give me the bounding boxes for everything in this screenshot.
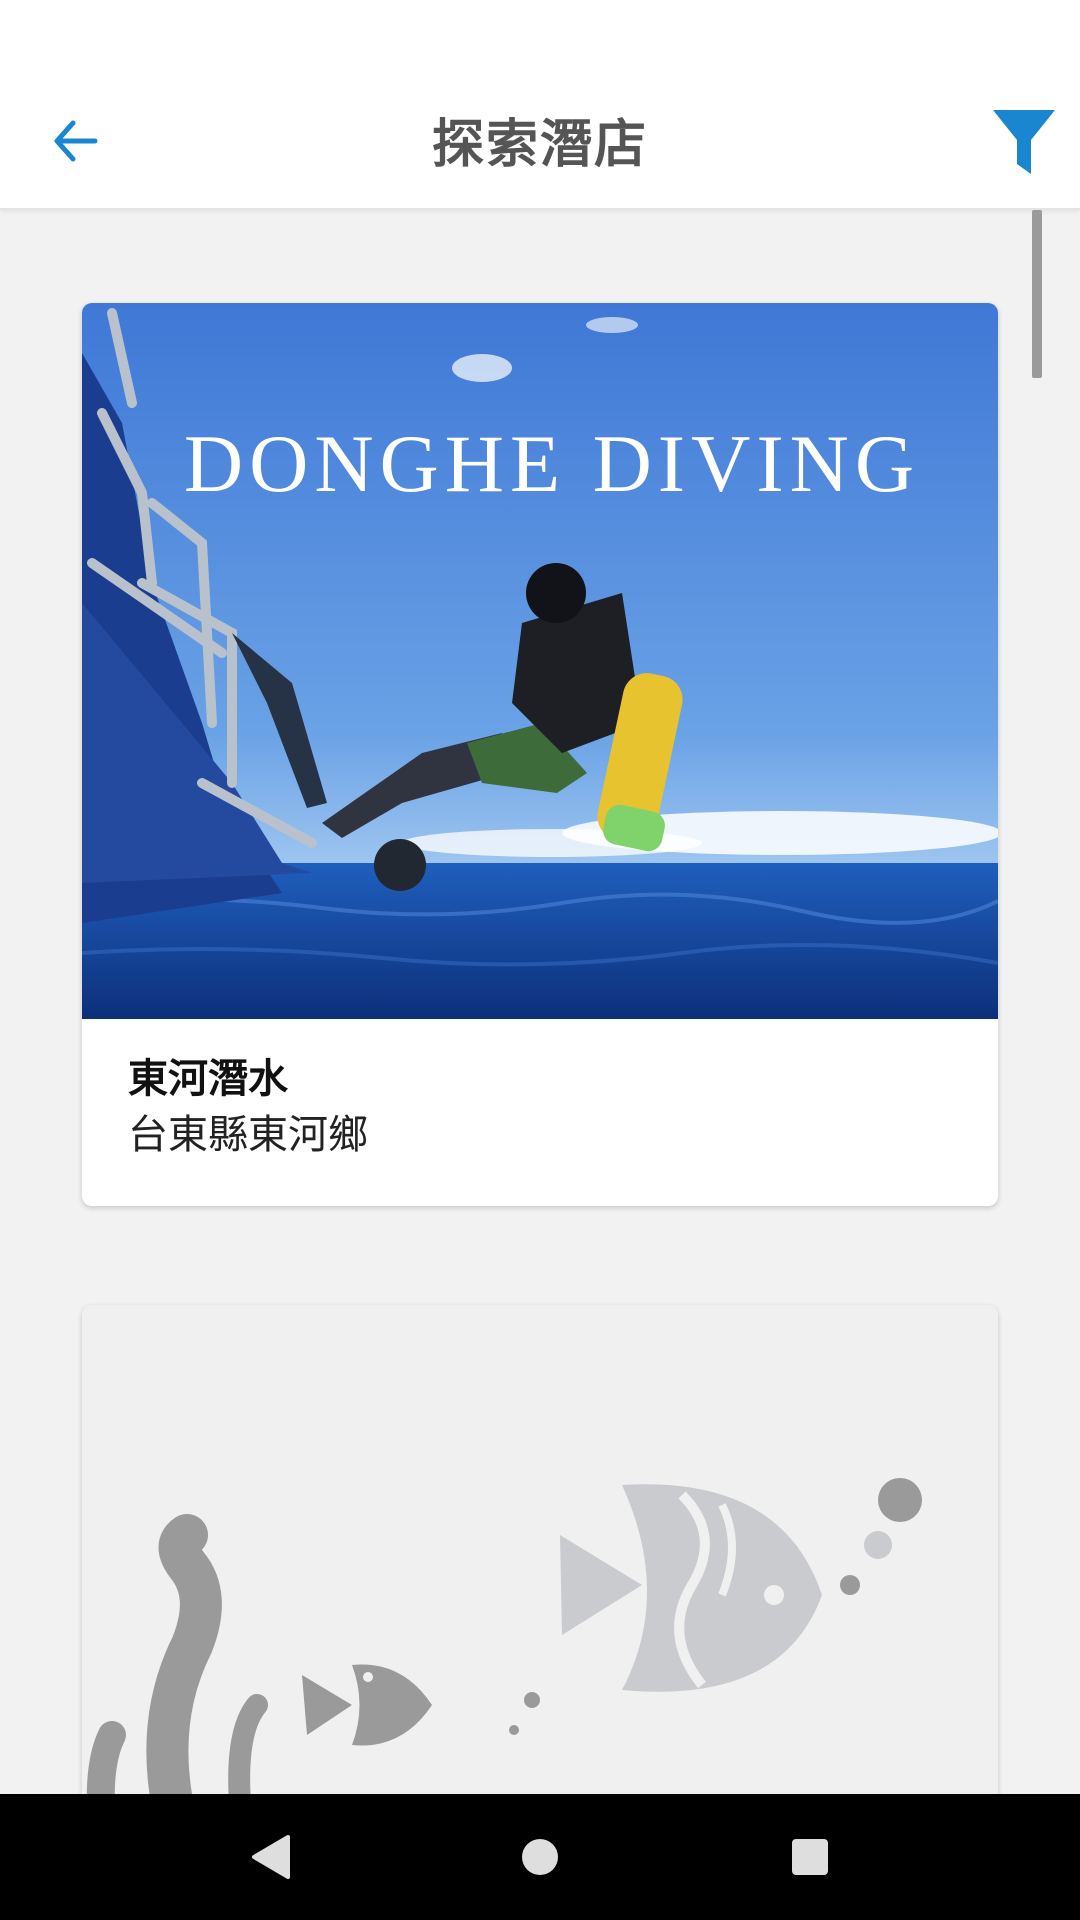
app-bar: 探索潛店 — [0, 66, 1080, 210]
photo-caption: DONGHE DIVING — [184, 418, 920, 509]
nav-recents-button[interactable] — [770, 1817, 850, 1897]
page-title: 探索潛店 — [431, 115, 648, 175]
shop-card[interactable] — [82, 1305, 998, 1794]
shop-photo: DONGHE DIVING — [82, 303, 998, 1019]
system-nav-bar — [0, 1794, 1080, 1920]
fish-placeholder-icon — [86, 1478, 922, 1794]
shop-list[interactable]: DONGHE DIVING 東河潛水 台東縣東河鄉 — [0, 210, 1080, 1794]
status-bar — [0, 0, 1080, 66]
square-recents-icon — [792, 1839, 828, 1875]
scrollbar[interactable] — [1032, 210, 1042, 378]
filter-icon — [993, 110, 1055, 174]
triangle-back-icon — [252, 1835, 290, 1879]
filter-button[interactable] — [984, 102, 1064, 182]
nav-back-button[interactable] — [230, 1817, 310, 1897]
nav-home-button[interactable] — [500, 1817, 580, 1897]
shop-card[interactable]: DONGHE DIVING 東河潛水 台東縣東河鄉 — [82, 303, 998, 1206]
circle-home-icon — [522, 1839, 558, 1875]
shop-location: 台東縣東河鄉 — [128, 1112, 368, 1158]
shop-name: 東河潛水 — [128, 1056, 288, 1102]
